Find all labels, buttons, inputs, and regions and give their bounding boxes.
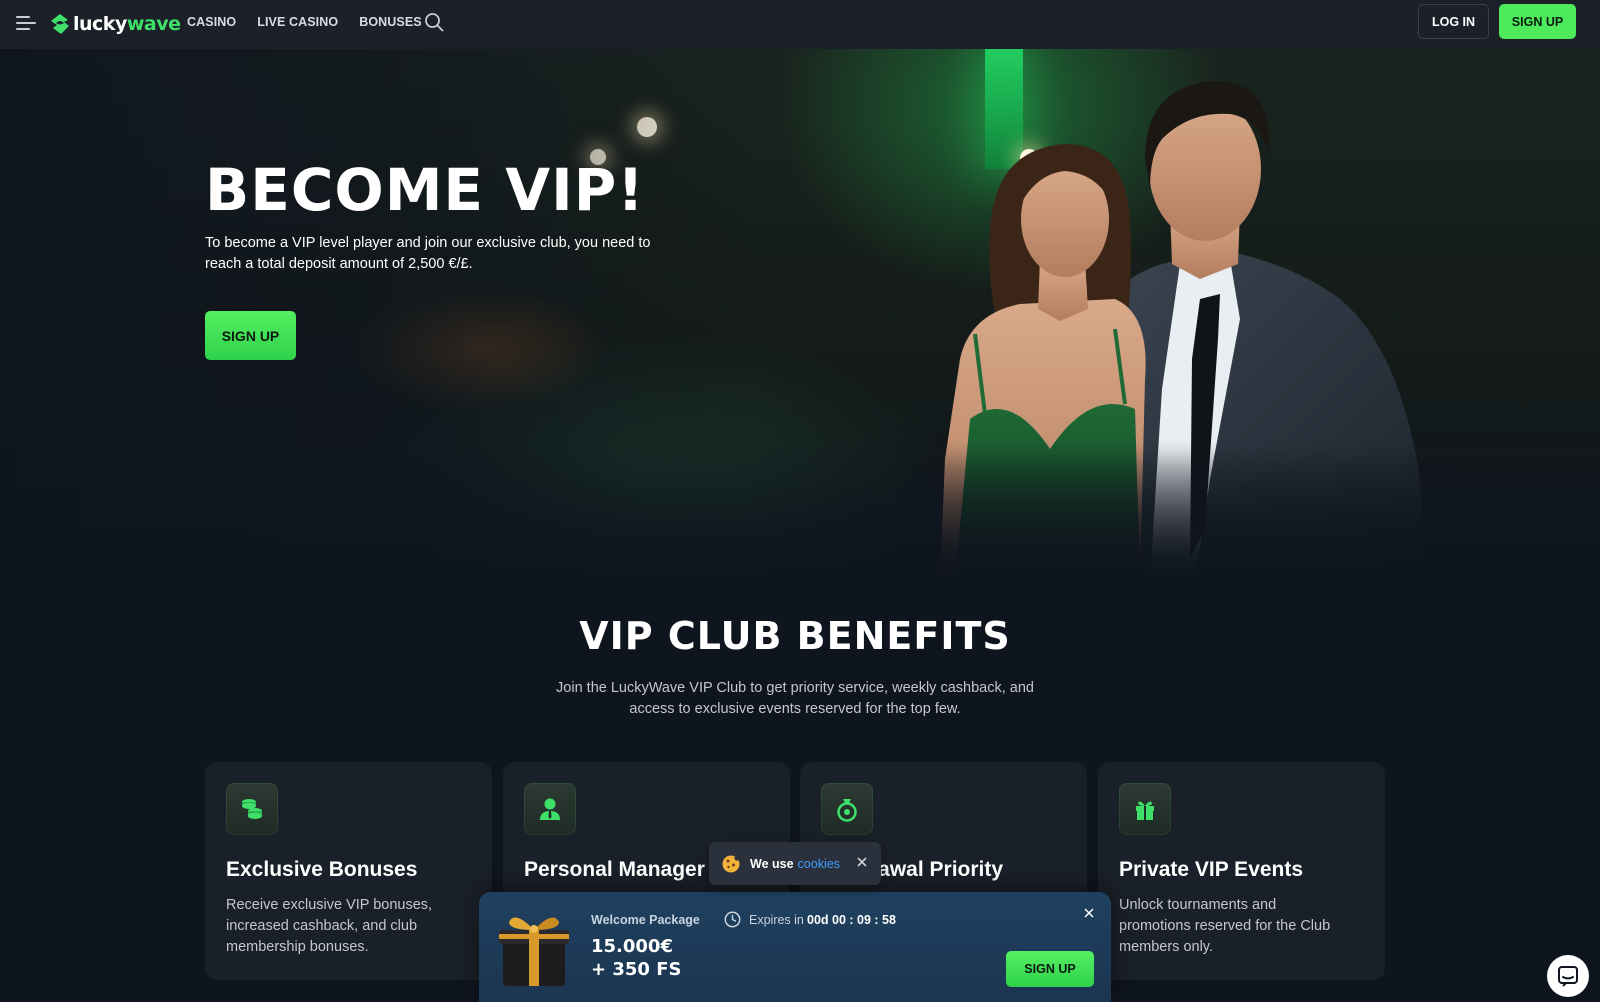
benefit-title: rawal Priority <box>870 858 1004 881</box>
gift-box-icon <box>499 917 569 986</box>
chat-icon <box>1558 966 1578 987</box>
hamburger-menu-icon[interactable] <box>16 15 36 31</box>
benefit-title: Personal Manager <box>524 858 705 881</box>
cookie-notice: We use cookies <box>709 842 881 885</box>
money-bag-icon <box>821 783 873 835</box>
cookie-text: We use <box>750 856 794 871</box>
free-spins-amount: + 350 FS <box>591 959 682 980</box>
cookie-icon <box>722 854 740 872</box>
bonus-amount: 15.000€ <box>591 936 673 957</box>
hero-banner: BECOME VIP! To become a VIP level player… <box>0 49 1600 580</box>
hero-bottom-fade <box>0 440 1600 580</box>
benefits-description: Join the LuckyWave VIP Club to get prior… <box>556 680 1034 717</box>
live-chat-button[interactable] <box>1547 955 1589 997</box>
header-signup-button[interactable]: SIGN UP <box>1499 4 1576 39</box>
wave-logo-icon <box>51 14 69 34</box>
countdown-timer: 00d 00 : 09 : 58 <box>807 913 896 927</box>
manager-icon <box>524 783 576 835</box>
gift-icon <box>1119 783 1171 835</box>
coins-icon <box>226 783 278 835</box>
hero-signup-button[interactable]: SIGN UP <box>205 311 296 360</box>
close-icon[interactable] <box>1083 907 1095 919</box>
clock-icon <box>724 911 741 928</box>
main-nav: CASINO LIVE CASINO BONUSES <box>187 0 422 43</box>
cookies-link[interactable]: cookies <box>798 857 840 871</box>
benefits-title: VIP CLUB BENEFITS <box>579 614 1011 658</box>
benefit-description: Unlock tournaments and promotions reserv… <box>1119 897 1331 955</box>
logo-wordmark: luckywave <box>73 13 181 35</box>
welcome-signup-button[interactable]: SIGN UP <box>1006 951 1094 987</box>
benefit-card-exclusive-bonuses: Exclusive Bonuses Receive exclusive VIP … <box>205 762 492 980</box>
close-icon[interactable] <box>855 855 869 869</box>
login-button[interactable]: LOG IN <box>1418 4 1489 39</box>
luckywave-logo[interactable]: luckywave <box>50 10 181 38</box>
hero-title: BECOME VIP! <box>205 156 645 224</box>
hero-description: To become a VIP level player and join ou… <box>205 235 651 272</box>
benefit-title: Private VIP Events <box>1119 858 1304 881</box>
nav-casino[interactable]: CASINO <box>187 15 236 29</box>
benefit-description: Receive exclusive VIP bonuses, increased… <box>226 897 433 955</box>
nav-bonuses[interactable]: BONUSES <box>359 15 422 29</box>
welcome-package-banner: Welcome Package 15.000€ + 350 FS Expires… <box>479 892 1111 1002</box>
welcome-package-amount: 15.000€ + 350 FS <box>591 935 681 981</box>
expires-label: Expires in <box>749 913 804 927</box>
welcome-package-label: Welcome Package <box>591 913 700 927</box>
top-navigation-bar: luckywave CASINO LIVE CASINO BONUSES LOG… <box>0 0 1600 49</box>
benefit-card-private-vip-events: Private VIP Events Unlock tournaments an… <box>1098 762 1385 980</box>
nav-live-casino[interactable]: LIVE CASINO <box>257 15 338 29</box>
benefit-title: Exclusive Bonuses <box>226 858 418 881</box>
search-icon[interactable] <box>424 12 444 32</box>
